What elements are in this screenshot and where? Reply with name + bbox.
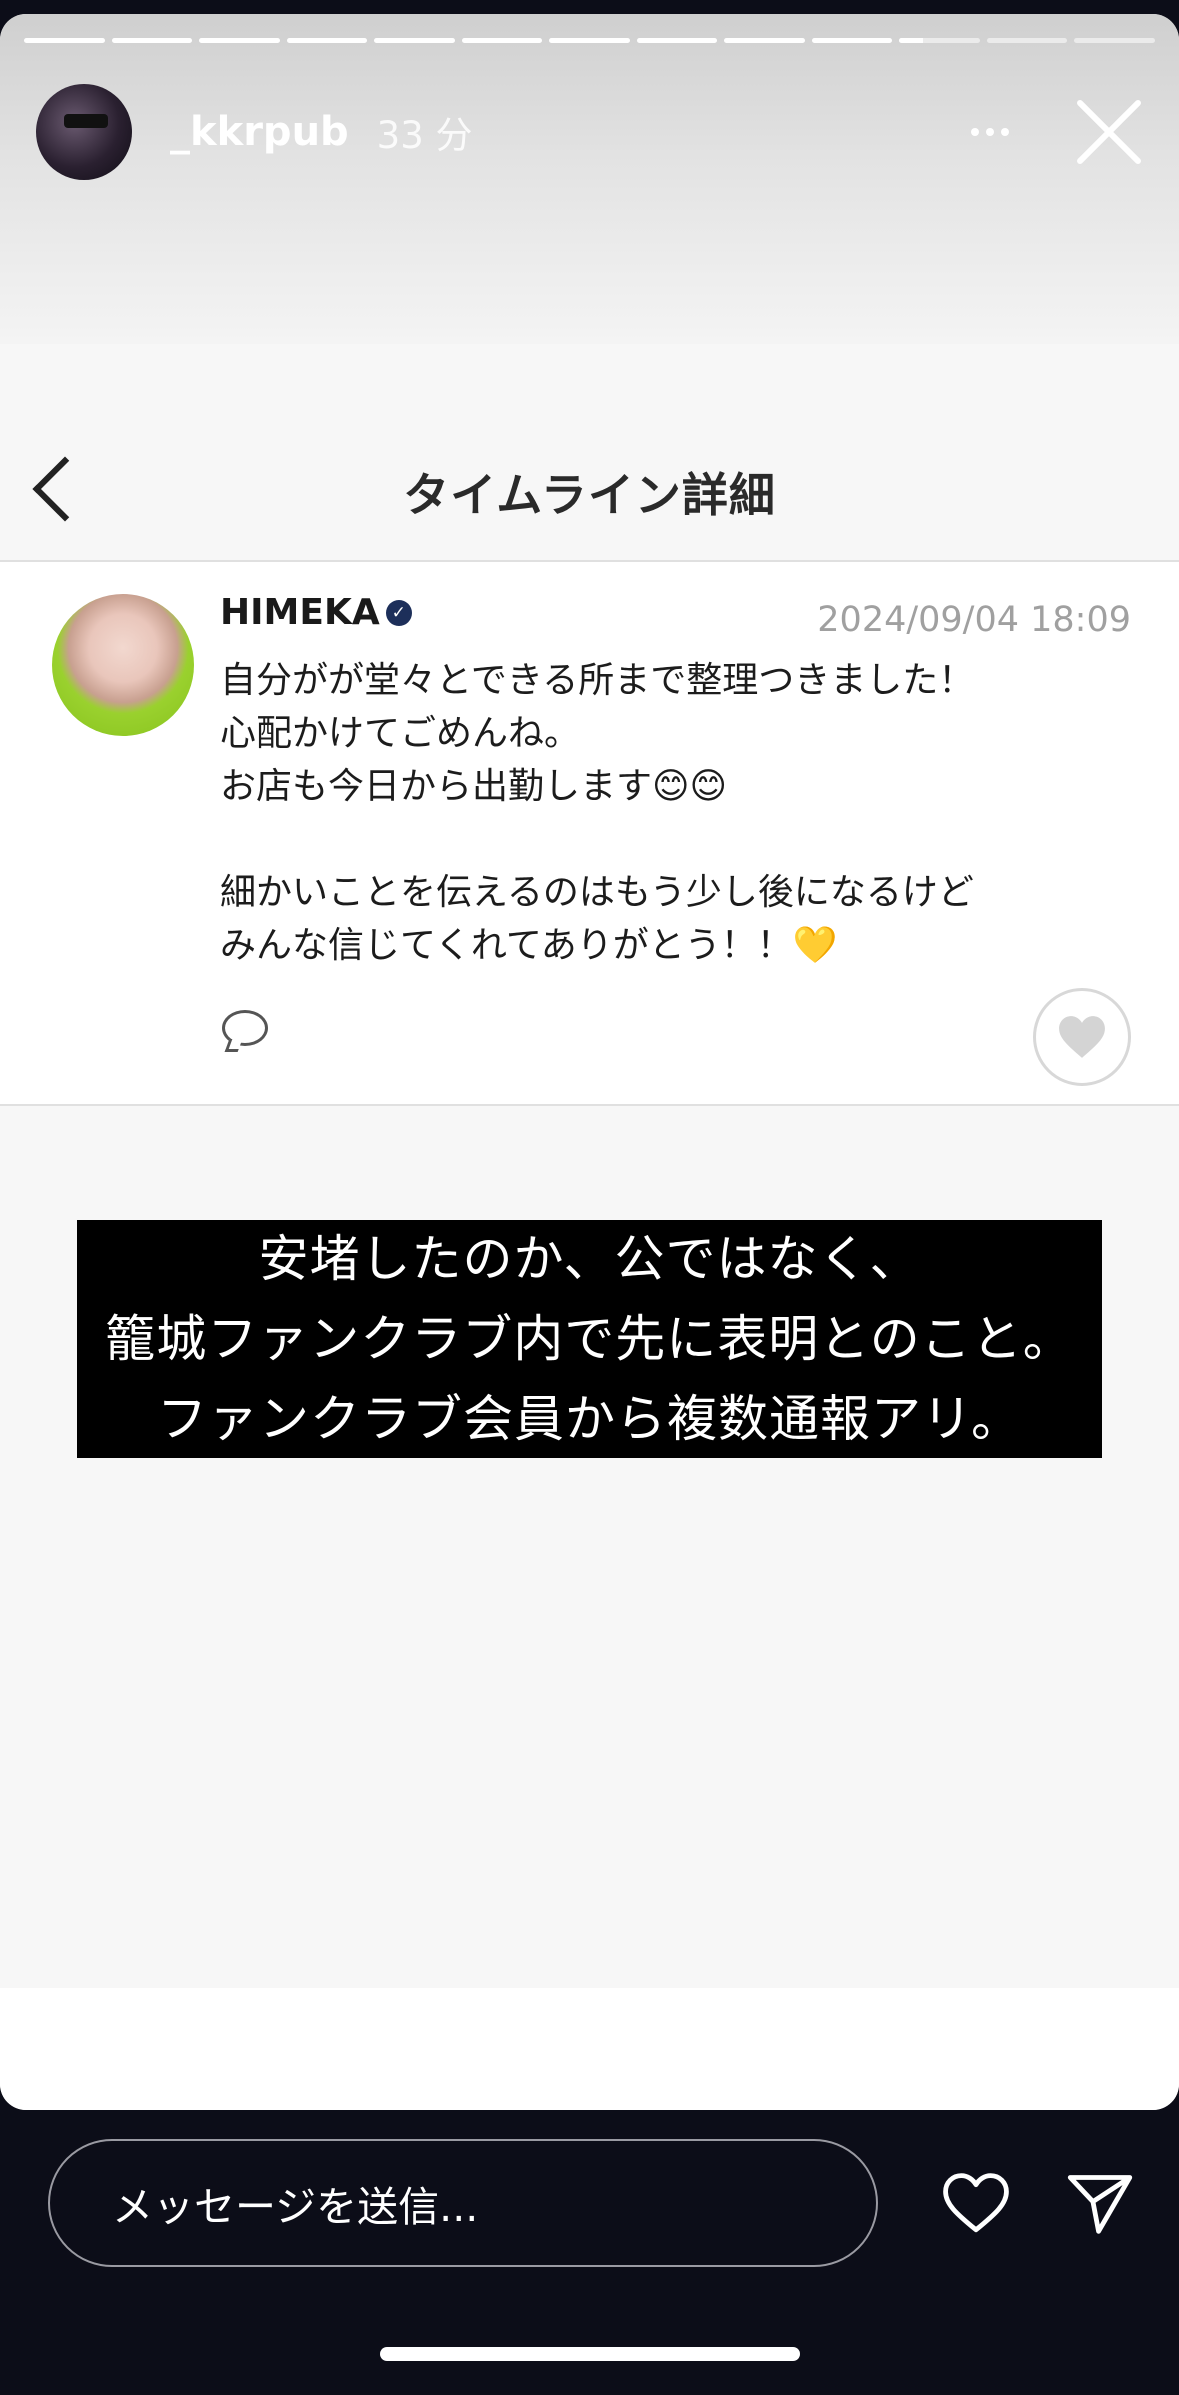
progress-segment — [24, 38, 105, 43]
timeline-detail-header: タイムライン詳細 — [0, 434, 1179, 549]
progress-segment — [986, 38, 1068, 43]
progress-segment — [636, 38, 718, 43]
progress-segment — [811, 38, 893, 43]
caption-line: ファンクラブ会員から複数通報アリ。 — [157, 1390, 1022, 1448]
story-bottom-area — [0, 1988, 1179, 2110]
post-author-name: HIMEKA — [220, 592, 380, 633]
post-like-button — [1033, 988, 1131, 1086]
heart-icon — [943, 2173, 1009, 2233]
post-body: 自分がが堂々とできる所まで整理つきました！ 心配かけてごめんね。 お店も今日から… — [220, 660, 975, 966]
post-author: HIMEKA ✓ — [220, 592, 412, 633]
progress-segment-fill — [24, 38, 105, 43]
story-username[interactable]: _kkrpub — [170, 109, 349, 155]
progress-segment — [286, 38, 368, 43]
progress-segment-fill — [111, 38, 193, 43]
story-viewer: _kkrpub 33 分 タイムライン詳細 HIMEKA ✓ 2024/09/0… — [0, 14, 1179, 2110]
chevron-left-icon — [32, 456, 98, 522]
close-icon[interactable] — [1069, 92, 1149, 172]
reply-bar: メッセージを送信... — [48, 2138, 1139, 2268]
story-caption: 安堵したのか、公ではなく、 籠城ファンクラブ内で先に表明とのこと。 ファンクラブ… — [77, 1220, 1102, 1458]
message-placeholder: メッセージを送信... — [112, 2183, 479, 2231]
page-title: タイムライン詳細 — [403, 467, 776, 522]
progress-segment-fill — [549, 38, 630, 43]
progress-segment — [549, 38, 630, 43]
progress-segment — [374, 38, 455, 43]
story-time-ago: 33 分 — [376, 114, 473, 157]
heart-icon — [1059, 1016, 1105, 1058]
more-dots-icon[interactable] — [955, 102, 1025, 162]
post-card: HIMEKA ✓ 2024/09/04 18:09 自分がが堂々とできる所まで整… — [0, 560, 1179, 1106]
post-date: 2024/09/04 18:09 — [817, 600, 1131, 640]
progress-segment — [461, 38, 543, 43]
progress-segment-fill — [899, 38, 924, 43]
message-input[interactable]: メッセージを送信... — [48, 2139, 878, 2267]
like-story-button[interactable] — [938, 2165, 1014, 2241]
verified-check-icon: ✓ — [385, 599, 412, 626]
progress-segment-fill — [811, 38, 893, 43]
share-story-button[interactable] — [1062, 2165, 1138, 2241]
progress-segment — [899, 38, 980, 43]
story-header: _kkrpub 33 分 — [36, 82, 1149, 182]
comment-bubble-icon — [222, 1010, 268, 1046]
progress-segment — [1074, 38, 1155, 43]
post-author-avatar — [52, 594, 194, 736]
progress-segment — [724, 38, 805, 43]
progress-segment-fill — [374, 38, 455, 43]
home-indicator — [380, 2347, 800, 2361]
progress-segment-fill — [461, 38, 543, 43]
progress-segment — [199, 38, 280, 43]
story-progress-bar — [24, 38, 1155, 43]
progress-segment-fill — [286, 38, 368, 43]
story-author-avatar[interactable] — [36, 84, 132, 180]
caption-line: 籠城ファンクラブ内で先に表明とのこと。 — [105, 1310, 1074, 1368]
paper-plane-icon — [1067, 2175, 1133, 2234]
progress-segment-fill — [724, 38, 805, 43]
progress-segment-fill — [199, 38, 280, 43]
caption-line: 安堵したのか、公ではなく、 — [258, 1230, 921, 1288]
progress-segment — [111, 38, 193, 43]
progress-segment-fill — [636, 38, 718, 43]
